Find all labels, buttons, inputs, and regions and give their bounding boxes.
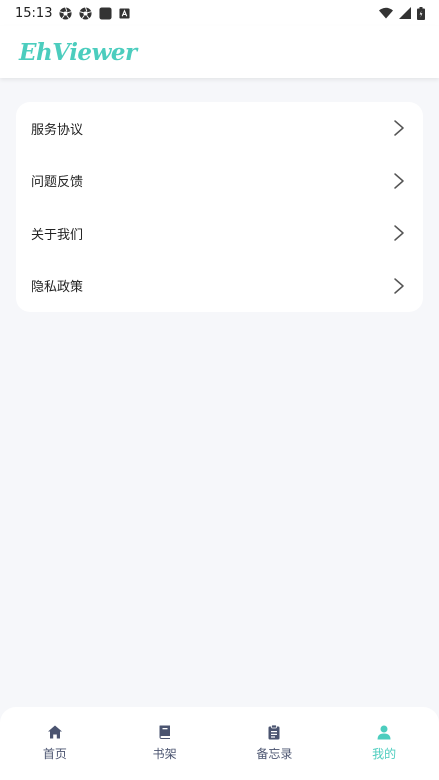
book-icon <box>159 725 170 739</box>
menu-item-label: 问题反馈 <box>31 175 84 191</box>
app-logo: EhViewer <box>19 38 137 66</box>
nav-item-label: 我的 <box>372 747 397 761</box>
nav-item-label: 备忘录 <box>256 747 293 761</box>
menu-item-label: 服务协议 <box>31 122 84 138</box>
chevron-right-icon <box>394 225 404 241</box>
font-a-icon <box>119 7 131 19</box>
nav-item-home[interactable]: 首页 <box>0 724 110 762</box>
menu-item-label: 隐私政策 <box>31 280 84 296</box>
status-bar-left: 15:13 <box>15 5 131 21</box>
clipboard-icon <box>268 724 280 740</box>
signal-icon <box>399 7 411 19</box>
aperture-icon <box>79 6 93 20</box>
settings-menu-card: 服务协议 问题反馈 关于我们 隐私政策 <box>16 102 423 312</box>
chevron-right-icon <box>394 120 404 136</box>
menu-item-about-us[interactable]: 关于我们 <box>16 207 423 260</box>
status-time: 15:13 <box>15 5 53 21</box>
nav-item-memo[interactable]: 备忘录 <box>220 724 330 762</box>
status-bar-right <box>379 6 425 20</box>
menu-item-feedback[interactable]: 问题反馈 <box>16 155 423 208</box>
square-app-icon <box>99 6 113 20</box>
nav-item-profile[interactable]: 我的 <box>329 724 439 762</box>
aperture-icon <box>59 6 73 20</box>
bottom-nav: 首页 书架 备忘录 我的 <box>0 707 439 780</box>
nav-item-label: 书架 <box>152 747 177 761</box>
wifi-icon <box>379 7 393 19</box>
chevron-right-icon <box>394 278 404 294</box>
person-icon <box>377 725 391 740</box>
menu-item-privacy-policy[interactable]: 隐私政策 <box>16 260 423 313</box>
nav-item-bookshelf[interactable]: 书架 <box>110 724 220 762</box>
chevron-right-icon <box>394 173 404 189</box>
nav-item-label: 首页 <box>42 747 67 761</box>
menu-item-terms-of-service[interactable]: 服务协议 <box>16 102 423 155</box>
status-bar: 15:13 <box>0 0 439 26</box>
app-bar: EhViewer <box>0 26 439 78</box>
menu-item-label: 关于我们 <box>31 227 84 243</box>
battery-icon <box>417 6 425 20</box>
home-icon <box>47 725 62 739</box>
